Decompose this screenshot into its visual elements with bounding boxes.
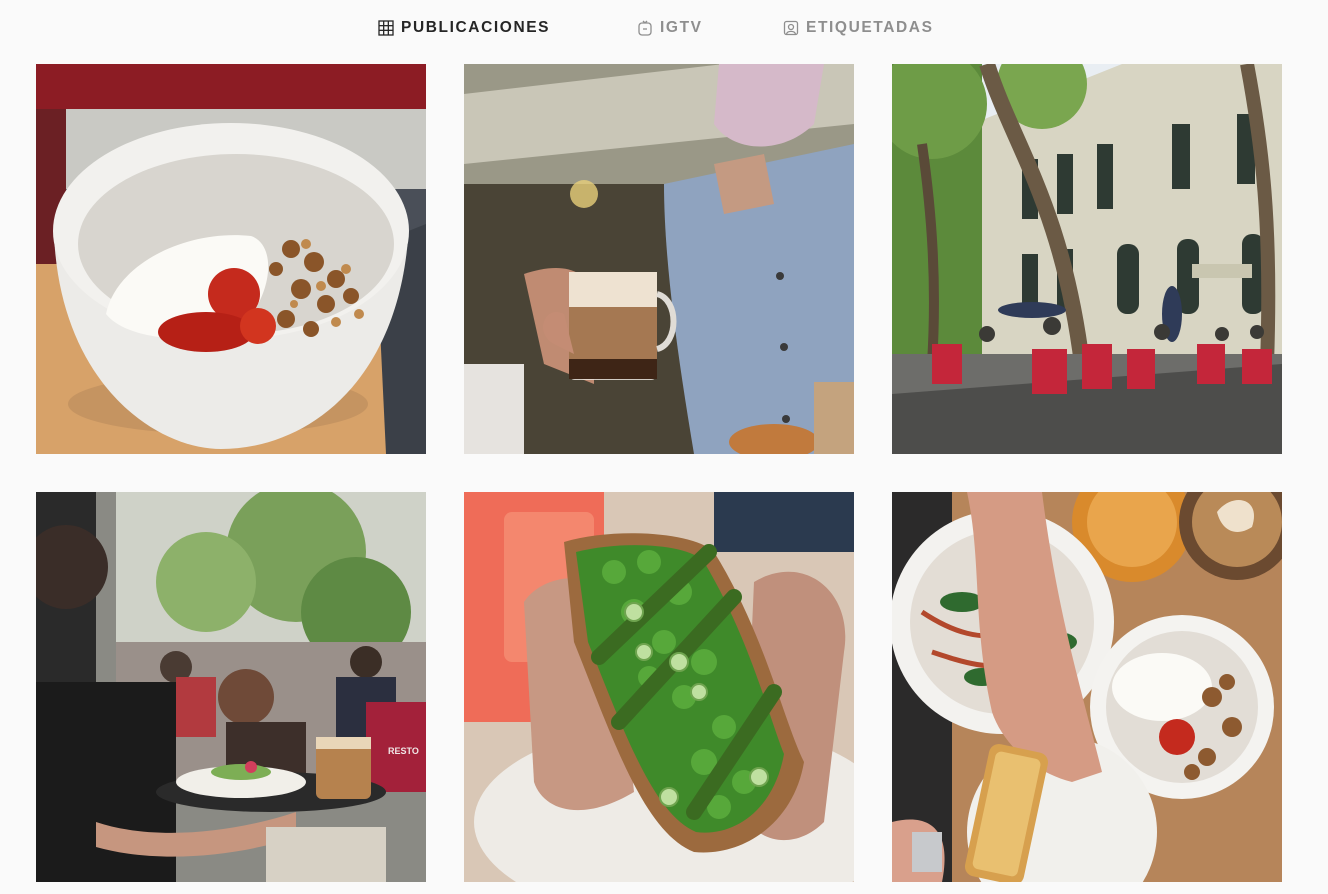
post-thumbnail[interactable] bbox=[892, 64, 1282, 454]
brunch-table-overhead-photo bbox=[892, 492, 1282, 882]
post-thumbnail[interactable] bbox=[464, 64, 854, 454]
post-thumbnail[interactable] bbox=[892, 492, 1282, 882]
post-thumbnail[interactable]: RESTO bbox=[36, 492, 426, 882]
post-thumbnail[interactable] bbox=[36, 64, 426, 454]
asparagus-peas-toast-photo bbox=[464, 492, 854, 882]
yogurt-granola-bowl-photo bbox=[36, 64, 426, 454]
restaurant-terrace-exterior-photo bbox=[892, 64, 1282, 454]
posts-grid: RESTO bbox=[0, 0, 1328, 894]
post-thumbnail[interactable] bbox=[464, 492, 854, 882]
p4-sign-text: RESTO bbox=[388, 746, 419, 756]
person-holding-cortado-photo bbox=[464, 64, 854, 454]
waitress-carrying-tray-photo: RESTO bbox=[36, 492, 426, 882]
